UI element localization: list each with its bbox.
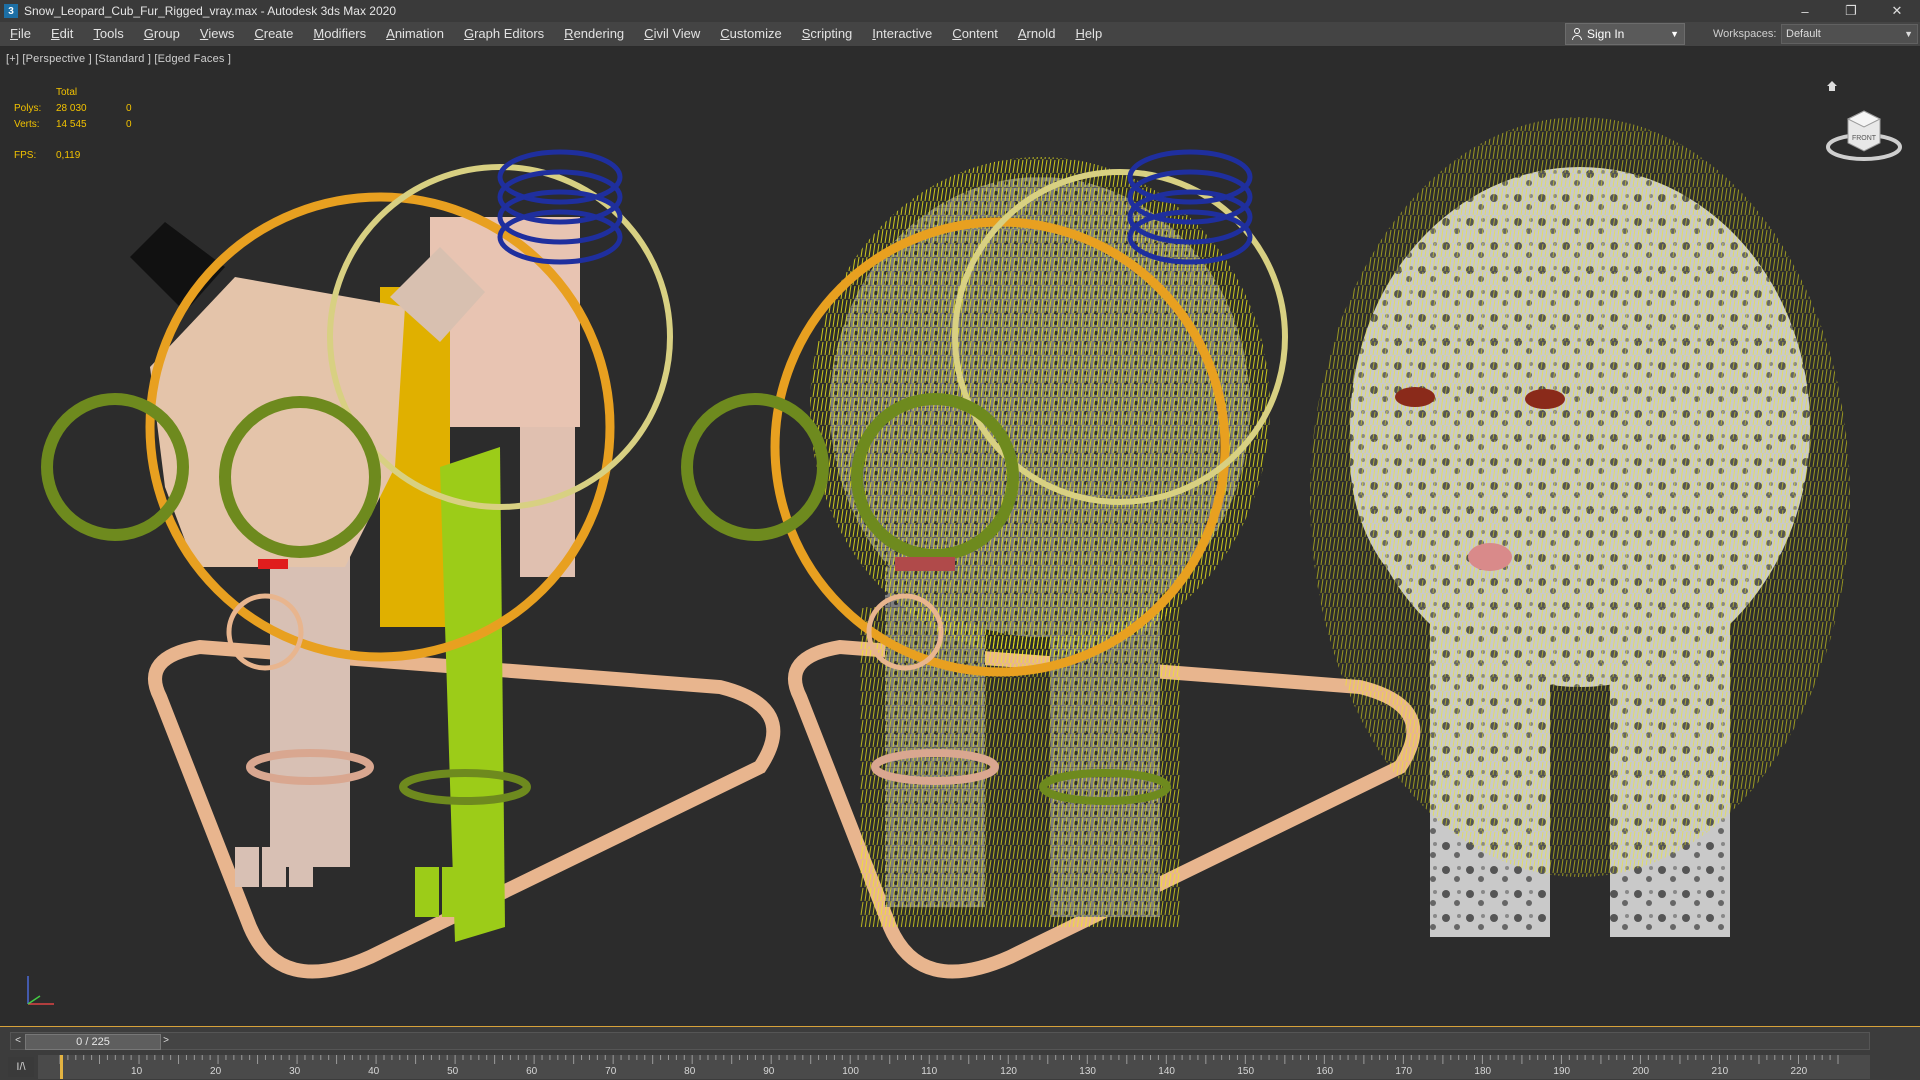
stats-overlay: Total Polys: 28 030 0 Verts: 14 545 0 (14, 85, 166, 133)
timeline-ticks (59, 1055, 1839, 1064)
workspaces-label: Workspaces: (1713, 28, 1777, 40)
window-title: Snow_Leopard_Cub_Fur_Rigged_vray.max - A… (24, 4, 396, 18)
fur-outline-overlay (1310, 117, 1850, 877)
timeline-tick-label: 70 (605, 1066, 617, 1077)
chevron-down-icon: ▼ (1904, 29, 1913, 39)
timeline-tick-label: 90 (763, 1066, 775, 1077)
timeline-tick-label: 50 (447, 1066, 459, 1077)
menu-group[interactable]: Group (134, 22, 190, 46)
timeline-tick-label: 30 (289, 1066, 301, 1077)
timeline-tick-label: 10 (131, 1066, 143, 1077)
animation-area: < 0 / 225 > I/\ 10 20 30 40 50 60 70 80 90 100 110… (0, 1027, 1920, 1080)
timeline-tick-label: 120 (1000, 1066, 1017, 1077)
eye-left (1395, 387, 1435, 407)
timeline-tick-label: 100 (842, 1066, 859, 1077)
minimize-button[interactable]: – (1782, 0, 1828, 22)
menu-civil-view[interactable]: Civil View (634, 22, 710, 46)
verts-selected: 0 (126, 119, 132, 130)
menu-tools[interactable]: Tools (83, 22, 133, 46)
timeline-tick-label: 190 (1553, 1066, 1571, 1077)
timeline-tick-label: 160 (1316, 1066, 1334, 1077)
timeline-tick-label: 60 (526, 1066, 538, 1077)
fps-overlay: FPS: 0,119 (14, 150, 80, 161)
time-slider-prev-button[interactable]: < (11, 1034, 25, 1048)
menu-rendering[interactable]: Rendering (554, 22, 634, 46)
menu-scripting[interactable]: Scripting (792, 22, 863, 46)
verts-label: Verts: (14, 119, 40, 130)
sign-in-button[interactable]: Sign In ▼ (1565, 23, 1685, 45)
rig-wireframe-model[interactable] (681, 149, 1421, 979)
menu-modifiers[interactable]: Modifiers (303, 22, 376, 46)
timeline-tick-label: 80 (684, 1066, 696, 1077)
eye-right (1525, 389, 1565, 409)
menu-customize[interactable]: Customize (710, 22, 791, 46)
chevron-down-icon: ▼ (1670, 29, 1679, 39)
menu-interactive[interactable]: Interactive (862, 22, 942, 46)
workspaces-value: Default (1786, 28, 1821, 40)
menu-animation[interactable]: Animation (376, 22, 454, 46)
menu-arnold[interactable]: Arnold (1008, 22, 1066, 46)
paw-boxes-1 (235, 847, 313, 887)
fur-body-overlay (810, 157, 1270, 657)
close-button[interactable]: ✕ (1874, 0, 1920, 22)
menu-views[interactable]: Views (190, 22, 244, 46)
polys-selected: 0 (126, 103, 132, 114)
menu-help[interactable]: Help (1065, 22, 1112, 46)
verts-total: 14 545 (56, 119, 87, 130)
time-slider-thumb[interactable]: 0 / 225 (25, 1034, 161, 1050)
workspaces-dropdown[interactable]: Default ▼ (1781, 24, 1918, 44)
timeline-tick-label: 140 (1158, 1066, 1175, 1077)
menu-file[interactable]: File (0, 22, 41, 46)
restore-button[interactable]: ❐ (1828, 0, 1874, 22)
timeline-tick-label: 110 (921, 1066, 938, 1077)
ring-eye-left-2 (681, 393, 829, 541)
proxy-mouth (258, 559, 288, 569)
time-slider[interactable]: < 0 / 225 > (10, 1032, 1870, 1050)
timeline-tick-label: 20 (210, 1066, 222, 1077)
timeline-tick-label: 170 (1395, 1066, 1413, 1077)
menu-create[interactable]: Create (244, 22, 303, 46)
fur-render-model[interactable] (1310, 117, 1850, 937)
curve-editor-toggle-icon[interactable]: I/\ (8, 1057, 34, 1077)
menu-graph-editors[interactable]: Graph Editors (454, 22, 554, 46)
polys-label: Polys: (14, 103, 42, 114)
proxy-leg-front-left (270, 547, 350, 867)
timeline-playhead[interactable] (60, 1055, 63, 1079)
timeline-tick-label: 200 (1632, 1066, 1650, 1077)
tongue (1468, 543, 1512, 571)
home-icon[interactable] (1827, 81, 1837, 91)
timeline-tick-label: 180 (1474, 1066, 1492, 1077)
timeline-tick-label: 40 (368, 1066, 380, 1077)
timeline-track[interactable]: 10 20 30 40 50 60 70 80 90 100 110 120 130 140 150 160 1… (38, 1055, 1870, 1079)
axis-tripod-icon (27, 976, 54, 1005)
menu-edit[interactable]: Edit (41, 22, 83, 46)
timeline-tick-label: 220 (1790, 1066, 1808, 1077)
viewcube[interactable]: FRONT (1820, 77, 1904, 173)
timeline-tick-label: 150 (1237, 1066, 1255, 1077)
paw-boxes-2 (415, 867, 493, 917)
wire-mouth (895, 557, 955, 571)
scene-render (41, 117, 1850, 979)
title-bar: 3 Snow_Leopard_Cub_Fur_Rigged_vray.max -… (0, 0, 1920, 22)
time-slider-next-button[interactable]: > (159, 1034, 173, 1048)
timeline-tick-label: 130 (1079, 1066, 1096, 1077)
viewcube-label: FRONT (1852, 135, 1877, 142)
polys-total: 28 030 (56, 103, 87, 114)
window-controls: – ❐ ✕ (1782, 0, 1920, 22)
menu-content[interactable]: Content (942, 22, 1008, 46)
stats-header: Total (56, 87, 78, 98)
perspective-viewport[interactable]: [+] [Perspective ] [Standard ] [Edged Fa… (0, 47, 1920, 1027)
app-logo-icon: 3 (4, 4, 18, 18)
fps-value: 0,119 (56, 150, 81, 161)
viewport-label[interactable]: [+] [Perspective ] [Standard ] [Edged Fa… (6, 53, 231, 65)
rig-proxy-model[interactable] (41, 149, 781, 979)
sign-in-label: Sign In (1587, 27, 1625, 41)
timeline-tick-label: 210 (1711, 1066, 1729, 1077)
proxy-head (150, 277, 405, 567)
fps-label: FPS: (14, 150, 37, 161)
user-icon (1571, 28, 1583, 40)
